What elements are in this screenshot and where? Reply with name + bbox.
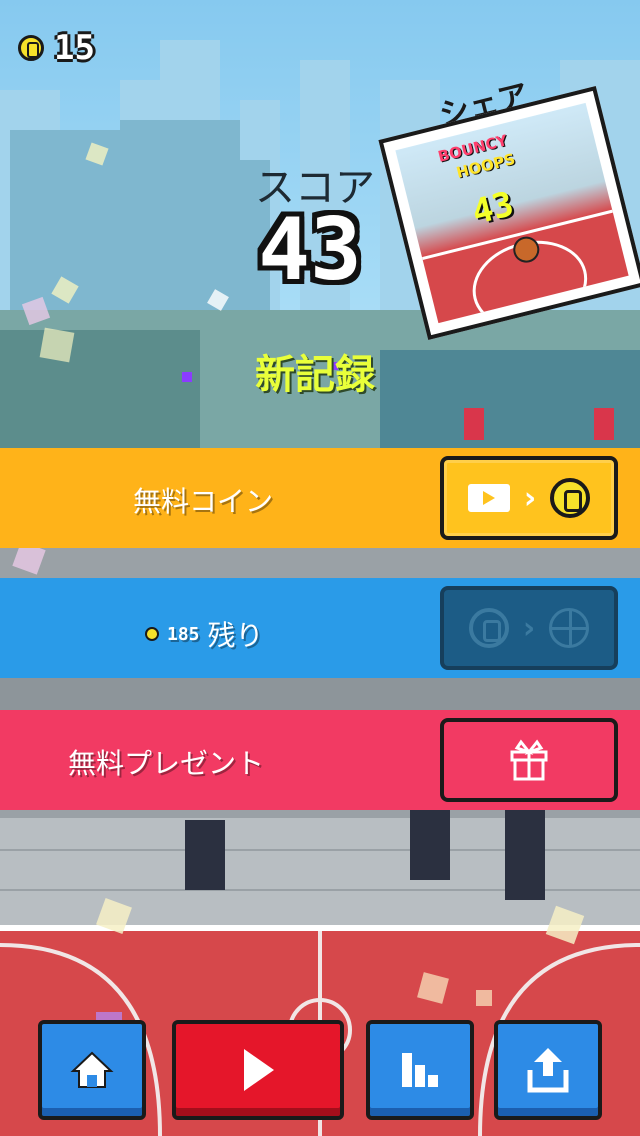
chevron-right-icon: ›	[522, 610, 536, 646]
video-icon	[467, 484, 510, 512]
watch-video-button[interactable]: ›	[440, 456, 618, 540]
home-icon	[70, 1051, 114, 1088]
coin-icon	[468, 608, 509, 648]
coin-icon	[18, 35, 44, 61]
chevron-right-icon: ›	[523, 480, 537, 516]
remaining-coin-value: 185	[167, 623, 200, 645]
free-coins-bar: 無料コイン ›	[0, 448, 640, 548]
unlock-ball-button[interactable]: ›	[440, 586, 618, 670]
remaining-label: 残り	[207, 619, 264, 652]
home-button[interactable]	[38, 1020, 146, 1120]
coin-icon	[550, 478, 591, 518]
score-value: 43	[258, 200, 362, 300]
leaderboard-icon	[402, 1053, 438, 1087]
coin-count: 15	[54, 28, 95, 68]
basketball-icon	[549, 608, 590, 648]
share-icon	[527, 1048, 569, 1093]
share-screenshot: BOUNCY HOOPS 43	[395, 102, 629, 324]
leaderboard-button[interactable]	[366, 1020, 474, 1120]
free-gift-button[interactable]	[440, 718, 618, 802]
coin-counter: 15	[18, 28, 95, 68]
free-coins-label: 無料コイン	[133, 485, 274, 518]
play-icon	[244, 1049, 274, 1091]
play-again-button[interactable]	[172, 1020, 344, 1120]
free-gift-label: 無料プレゼント	[68, 747, 265, 780]
coin-icon	[145, 627, 159, 641]
free-gift-bar: 無料プレゼント	[0, 710, 640, 810]
remaining-bar: 185 残り ›	[0, 578, 640, 678]
gift-icon	[510, 739, 548, 781]
share-button[interactable]	[494, 1020, 602, 1120]
remaining-label-group: 185 残り	[145, 614, 264, 654]
share-card-score: 43	[468, 184, 518, 233]
new-record-label: 新記録	[255, 352, 375, 398]
